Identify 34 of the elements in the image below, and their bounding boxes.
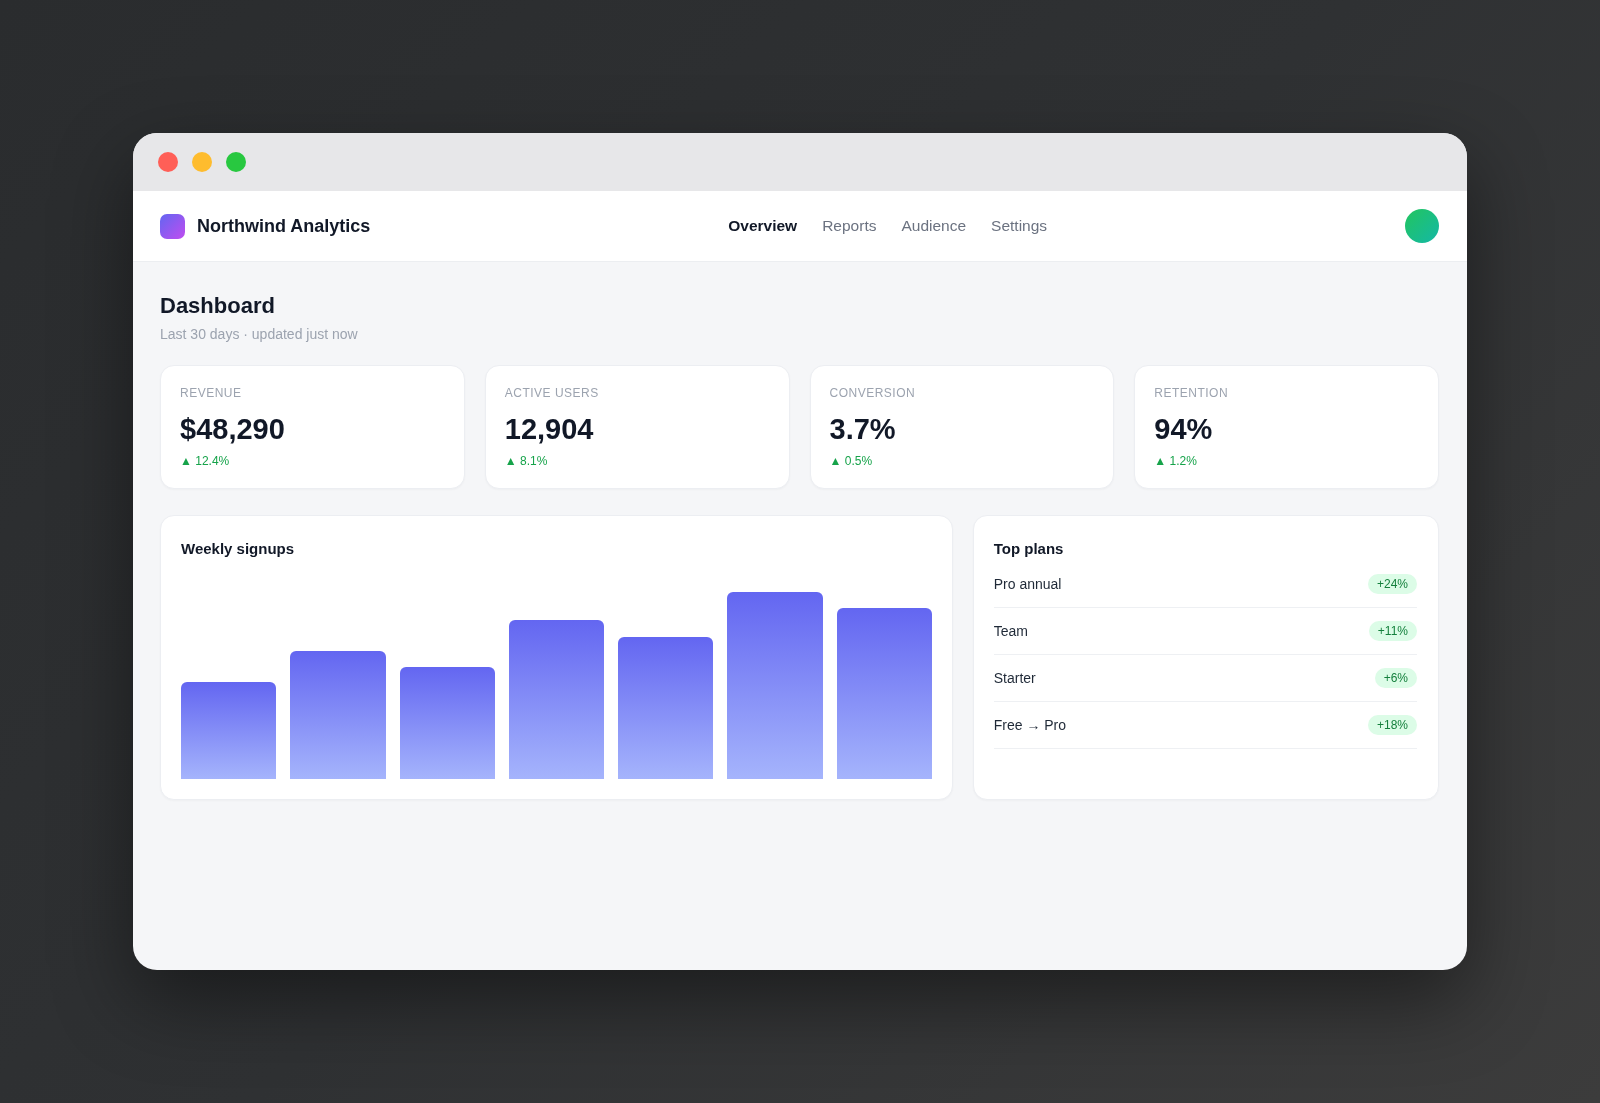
app-name: Northwind Analytics (197, 215, 371, 237)
growth-badge: +11% (1368, 621, 1417, 641)
plan-name: Pro annual (993, 576, 1062, 592)
stat-change: ▲ 0.5% (829, 453, 873, 469)
nav-link[interactable]: Reports (822, 217, 877, 235)
growth-badge: +6% (1374, 668, 1417, 688)
nav-link[interactable]: Settings (991, 217, 1048, 235)
plan-name: Team (993, 623, 1028, 639)
stat-change: ▲ 12.4% (180, 453, 230, 469)
stat-change: ▲ 8.1% (504, 453, 548, 469)
stat-value: 12,904 (504, 412, 594, 446)
stat-label: RETENTION (1154, 385, 1229, 401)
page-subtitle: Last 30 days · updated just now (160, 325, 359, 343)
window-close-icon[interactable] (158, 152, 178, 172)
stat-label: CONVERSION (829, 385, 916, 401)
plan-name: Free → Pro (993, 717, 1067, 733)
stat-value: 3.7% (829, 412, 896, 446)
stat-label: REVENUE (180, 385, 242, 401)
window-minimize-icon[interactable] (192, 152, 212, 172)
card-title: Top plans (993, 540, 1064, 558)
nav-link[interactable]: Audience (901, 217, 967, 235)
page-title: Dashboard (160, 292, 276, 320)
window-maximize-icon[interactable] (226, 152, 246, 172)
plan-name: Starter (993, 670, 1036, 686)
stat-change: ▲ 1.2% (1154, 453, 1197, 469)
stat-value: $48,290 (180, 412, 285, 446)
stat-label: ACTIVE USERS (504, 385, 599, 401)
stat-value: 94% (1154, 412, 1213, 446)
avatar-icon[interactable] (1405, 209, 1439, 243)
growth-badge: +24% (1367, 574, 1417, 594)
logo-icon (160, 213, 185, 239)
card-title: Weekly signups (181, 540, 295, 558)
nav-link[interactable]: Overview (728, 217, 798, 235)
growth-badge: +18% (1367, 715, 1417, 735)
